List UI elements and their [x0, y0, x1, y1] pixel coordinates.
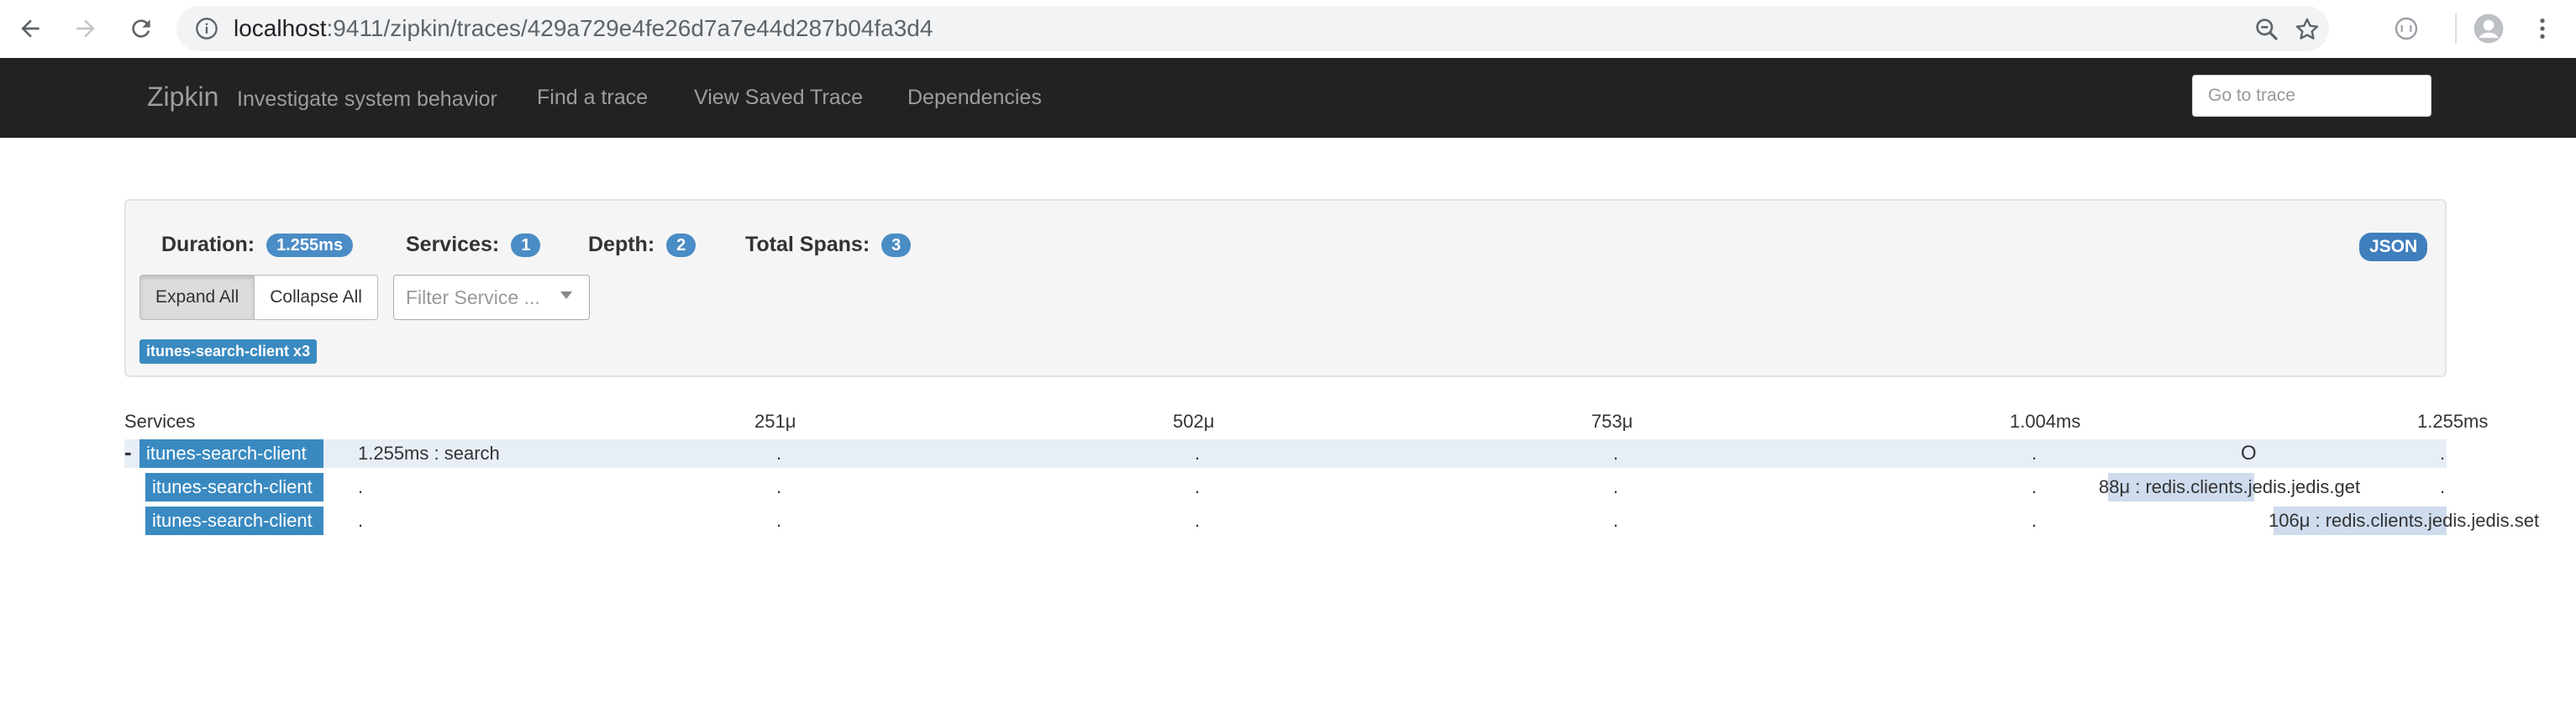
depth-label: Depth:	[588, 233, 655, 256]
span-annotation-marker[interactable]: O	[2241, 439, 2257, 468]
collapse-toggle[interactable]: -	[124, 439, 132, 465]
span-row[interactable]: - itunes-search-client 1.255ms : search …	[124, 439, 2447, 468]
profile-avatar-icon[interactable]	[2470, 10, 2507, 47]
filter-service-select[interactable]: Filter Service ...	[393, 275, 590, 320]
toolbar-divider	[2455, 13, 2457, 44]
tick-label: 1.255ms	[2417, 411, 2489, 432]
brand-logo[interactable]: Zipkin	[147, 81, 218, 113]
services-stat: Services: 1	[406, 233, 541, 257]
nav-dependencies[interactable]: Dependencies	[907, 86, 1042, 110]
services-badge: 1	[511, 233, 541, 257]
span-name: 88μ : redis.clients.jedis.jedis.get	[2099, 476, 2361, 497]
service-tag[interactable]: itunes-search-client x3	[139, 339, 318, 364]
tick-label: 1.004ms	[2010, 411, 2081, 432]
zoom-icon[interactable]	[2253, 16, 2280, 43]
tick-dot: .	[776, 476, 782, 497]
tick-dot: .	[2032, 476, 2037, 497]
tick-dot: .	[2440, 443, 2446, 464]
address-bar[interactable]: localhost:9411/zipkin/traces/429a729e4fe…	[176, 6, 2329, 51]
brand-tagline: Investigate system behavior	[237, 87, 497, 111]
duration-label: Duration:	[161, 233, 255, 256]
nav-find-trace[interactable]: Find a trace	[537, 86, 648, 110]
tick-dot: .	[1613, 510, 1619, 531]
json-button[interactable]: JSON	[2359, 233, 2428, 261]
duration-stat: Duration: 1.255ms	[161, 233, 354, 257]
tick-dot: .	[1613, 476, 1619, 497]
go-to-trace-input[interactable]	[2192, 75, 2431, 117]
tick-dot: .	[776, 443, 782, 464]
depth-stat: Depth: 2	[588, 233, 697, 257]
tick-dot: .	[2032, 510, 2037, 531]
span-service-label[interactable]: itunes-search-client	[145, 507, 323, 535]
tick-dot: .	[358, 510, 364, 531]
total-spans-label: Total Spans:	[745, 233, 870, 256]
collapse-all-button[interactable]: Collapse All	[255, 275, 378, 320]
services-label: Services:	[406, 233, 500, 256]
span-duration-bar	[358, 439, 2447, 468]
menu-kebab-icon[interactable]	[2524, 10, 2561, 47]
span-name: 1.255ms : search	[358, 443, 500, 464]
tick-label: 251μ	[754, 411, 796, 432]
reload-icon[interactable]	[124, 12, 158, 45]
tick-dot: .	[1195, 443, 1201, 464]
span-row[interactable]: itunes-search-client . . . . . 106μ : re…	[124, 507, 2539, 535]
top-navbar: Zipkin Investigate system behavior Find …	[0, 58, 2576, 138]
bookmark-star-icon[interactable]	[2294, 16, 2321, 43]
extension-icon[interactable]	[2388, 10, 2425, 47]
back-icon[interactable]	[13, 12, 47, 45]
trace-summary-panel: Duration: 1.255ms Services: 1 Depth: 2 T…	[124, 199, 2447, 377]
tick-dot: .	[2440, 476, 2446, 497]
tick-dot: .	[776, 510, 782, 531]
nav-view-saved-trace[interactable]: View Saved Trace	[694, 86, 863, 110]
url-text: localhost:9411/zipkin/traces/429a729e4fe…	[234, 16, 933, 41]
expand-collapse-group: Expand All Collapse All	[139, 275, 378, 320]
depth-badge: 2	[666, 233, 697, 257]
filter-service-placeholder: Filter Service ...	[406, 286, 540, 308]
span-name: 106μ : redis.clients.jedis.jedis.set	[2268, 510, 2540, 531]
tick-label: 753μ	[1591, 411, 1633, 432]
span-service-label[interactable]: itunes-search-client	[145, 473, 323, 502]
tick-dot: .	[2032, 443, 2037, 464]
tick-dot: .	[1613, 443, 1619, 464]
span-service-label[interactable]: itunes-search-client	[139, 439, 323, 468]
services-column-header: Services	[124, 411, 196, 432]
browser-toolbar: localhost:9411/zipkin/traces/429a729e4fe…	[0, 0, 2576, 59]
tick-label: 502μ	[1173, 411, 1215, 432]
forward-icon[interactable]	[69, 12, 103, 45]
tick-dot: .	[1195, 476, 1201, 497]
url-path: :9411/zipkin/traces/429a729e4fe26d7a7e44…	[326, 15, 933, 41]
dropdown-caret-icon	[560, 291, 572, 299]
total-spans-stat: Total Spans: 3	[745, 233, 912, 257]
expand-all-button[interactable]: Expand All	[139, 275, 255, 320]
duration-badge: 1.255ms	[266, 233, 354, 257]
info-icon[interactable]	[195, 17, 218, 40]
tick-dot: .	[1195, 510, 1201, 531]
total-spans-badge: 3	[881, 233, 912, 257]
tick-dot: .	[358, 476, 364, 497]
url-host: localhost	[234, 15, 327, 41]
span-row[interactable]: itunes-search-client . . . . . 88μ : red…	[124, 473, 2447, 502]
